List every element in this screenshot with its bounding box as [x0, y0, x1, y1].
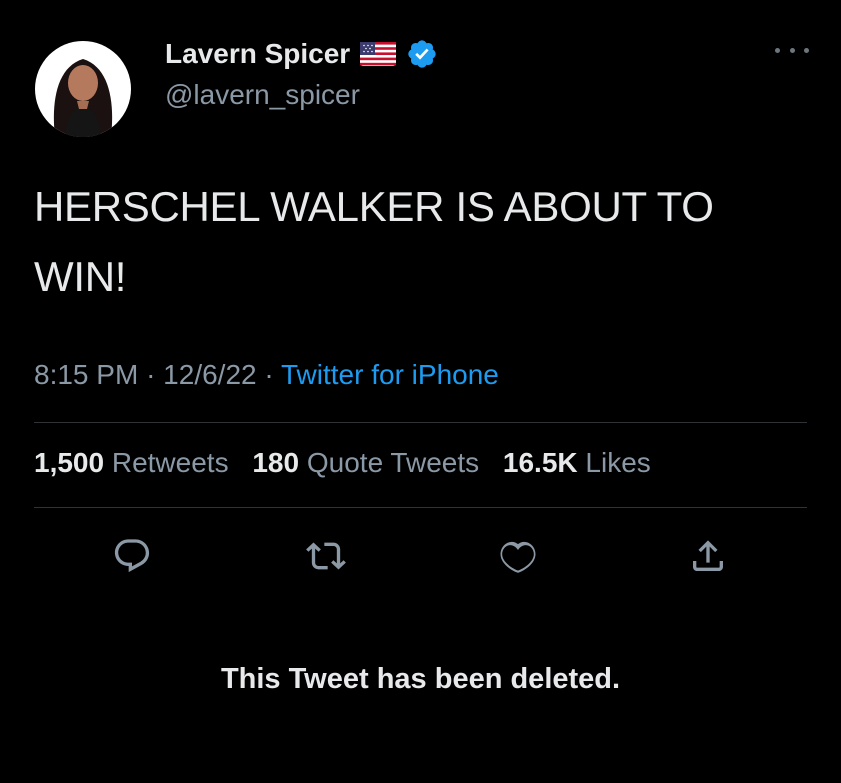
verified-badge-icon [408, 40, 436, 68]
meta-separator: · [264, 359, 274, 390]
quote-tweets-count: 180 [252, 447, 300, 478]
retweet-icon [306, 542, 346, 570]
retweets-count: 1,500 [34, 447, 105, 478]
like-icon [500, 541, 536, 573]
tweet-text: HERSCHEL WALKER IS ABOUT TO WIN! [34, 183, 714, 300]
author-display-name[interactable]: Lavern Spicer [165, 38, 350, 70]
quote-tweets-label: Quote Tweets [306, 447, 480, 478]
tweet-date[interactable]: 12/6/22 [163, 359, 256, 390]
tweet-time[interactable]: 8:15 PM [34, 359, 138, 390]
reply-button[interactable] [110, 534, 154, 578]
likes-stat[interactable]: 16.5K Likes [503, 447, 651, 478]
us-flag-icon [360, 42, 397, 66]
tweet-stats: 1,500 Retweets 180 Quote Tweets 16.5K Li… [34, 447, 667, 479]
likes-label: Likes [585, 447, 651, 478]
meta-separator: · [146, 359, 156, 390]
divider [34, 507, 807, 508]
reply-icon [114, 539, 150, 573]
retweet-button[interactable] [304, 534, 348, 578]
share-icon [693, 540, 723, 571]
author-handle[interactable]: @lavern_spicer [165, 79, 360, 111]
author-name-row[interactable]: Lavern Spicer [165, 38, 438, 70]
avatar[interactable] [35, 41, 131, 137]
tweet-actions-bar [0, 534, 841, 578]
tweet-source-link[interactable]: Twitter for iPhone [281, 359, 499, 390]
like-button[interactable] [496, 534, 540, 578]
deleted-notice: This Tweet has been deleted. [220, 663, 621, 695]
tweet-meta: 8:15 PM · 12/6/22 · Twitter for iPhone [34, 359, 499, 391]
more-options-icon[interactable] [775, 40, 809, 60]
retweets-label: Retweets [111, 447, 229, 478]
share-button[interactable] [686, 534, 730, 578]
retweets-stat[interactable]: 1,500 Retweets [34, 447, 229, 478]
avatar-portrait-icon [35, 41, 131, 137]
tweet-detail-page: Lavern Spicer @lavern_spicer HERSCHEL WA… [0, 0, 841, 783]
likes-count: 16.5K [502, 447, 578, 478]
divider [34, 422, 807, 423]
quote-tweets-stat[interactable]: 180 Quote Tweets [252, 447, 479, 478]
